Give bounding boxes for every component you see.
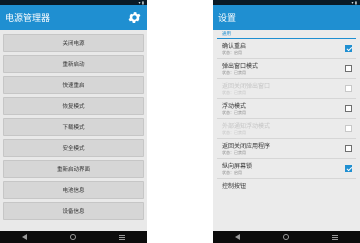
gear-icon[interactable] <box>127 10 142 25</box>
setting-notification-floating[interactable]: 外部通知浮动模式 状态：已禁用 <box>217 119 356 139</box>
setting-confirm-reboot[interactable]: 确认重启 状态：启用 <box>217 39 356 59</box>
recovery-mode-button[interactable]: 恢复模式 <box>3 97 144 115</box>
setting-floating-mode[interactable]: 浮动模式 状态：已禁用 <box>217 99 356 119</box>
fast-reboot-button[interactable]: 快速重启 <box>3 76 144 94</box>
setting-back-close-app[interactable]: 返回关闭应用程序 状态：已禁用 <box>217 139 356 159</box>
setting-summary: 状态：已禁用 <box>222 149 246 155</box>
setting-title: 纵向屏幕锁 <box>222 162 253 170</box>
checkbox[interactable] <box>345 165 352 172</box>
menu-icon[interactable] <box>119 234 126 240</box>
back-icon[interactable] <box>21 234 27 240</box>
device-info-button[interactable]: 设备信息 <box>3 202 144 220</box>
checkbox[interactable] <box>345 125 352 132</box>
app-bar: 电源管理器 <box>0 5 147 30</box>
setting-title: 返回关闭应用程序 <box>222 142 271 150</box>
power-manager-screen: ▾ ▮ 电源管理器 关闭电源 重新启动 快速重启 恢复模式 下载模式 安全模式 … <box>0 0 147 243</box>
setting-summary: 状态：已禁用 <box>222 109 246 115</box>
settings-list: 通用 确认重启 状态：启用 弹出窗口模式 状态：已禁用 返回关闭弹出窗口 状态：已禁用… <box>213 30 360 190</box>
app-bar: 设置 <box>213 5 360 30</box>
checkbox[interactable] <box>345 145 352 152</box>
setting-title: 确认重启 <box>222 42 247 50</box>
power-actions-list: 关闭电源 重新启动 快速重启 恢复模式 下载模式 安全模式 重新启动界面 电池信… <box>0 30 147 220</box>
power-off-button[interactable]: 关闭电源 <box>3 34 144 52</box>
battery-info-button[interactable]: 电池信息 <box>3 181 144 199</box>
reboot-button[interactable]: 重新启动 <box>3 55 144 73</box>
setting-popup-mode[interactable]: 弹出窗口模式 状态：已禁用 <box>217 59 356 79</box>
restart-ui-button[interactable]: 重新启动界面 <box>3 160 144 178</box>
download-mode-button[interactable]: 下载模式 <box>3 118 144 136</box>
setting-summary: 状态：启用 <box>222 169 242 175</box>
setting-title: 返回关闭弹出窗口 <box>222 82 271 90</box>
checkbox[interactable] <box>345 85 352 92</box>
navigation-bar <box>0 231 147 243</box>
setting-summary: 状态：已禁用 <box>222 129 246 135</box>
safe-mode-button[interactable]: 安全模式 <box>3 139 144 157</box>
setting-summary: 状态：启用 <box>222 49 242 55</box>
back-icon[interactable] <box>234 234 240 240</box>
setting-title: 弹出窗口模式 <box>222 62 259 70</box>
setting-title: 浮动模式 <box>222 102 247 110</box>
app-title: 电源管理器 <box>5 14 51 24</box>
checkbox[interactable] <box>345 65 352 72</box>
checkbox[interactable] <box>345 105 352 112</box>
setting-portrait-lock[interactable]: 纵向屏幕锁 状态：启用 <box>217 159 356 179</box>
section-header-general: 通用 <box>217 30 356 39</box>
setting-back-close-popup[interactable]: 返回关闭弹出窗口 状态：已禁用 <box>217 79 356 99</box>
setting-summary: 状态：已禁用 <box>222 69 246 75</box>
checkbox[interactable] <box>345 45 352 52</box>
settings-title: 设置 <box>218 14 237 24</box>
home-icon[interactable] <box>69 234 76 240</box>
navigation-bar <box>213 231 360 243</box>
home-icon[interactable] <box>282 234 289 240</box>
settings-screen: ▾ ▮ 设置 通用 确认重启 状态：启用 弹出窗口模式 状态：已禁用 返回关闭弹出窗… <box>213 0 360 243</box>
menu-icon[interactable] <box>332 234 339 240</box>
setting-summary: 状态：已禁用 <box>222 89 246 95</box>
setting-title: 外部通知浮动模式 <box>222 122 271 130</box>
group-title-control-buttons: 控制按钮 <box>222 183 247 190</box>
